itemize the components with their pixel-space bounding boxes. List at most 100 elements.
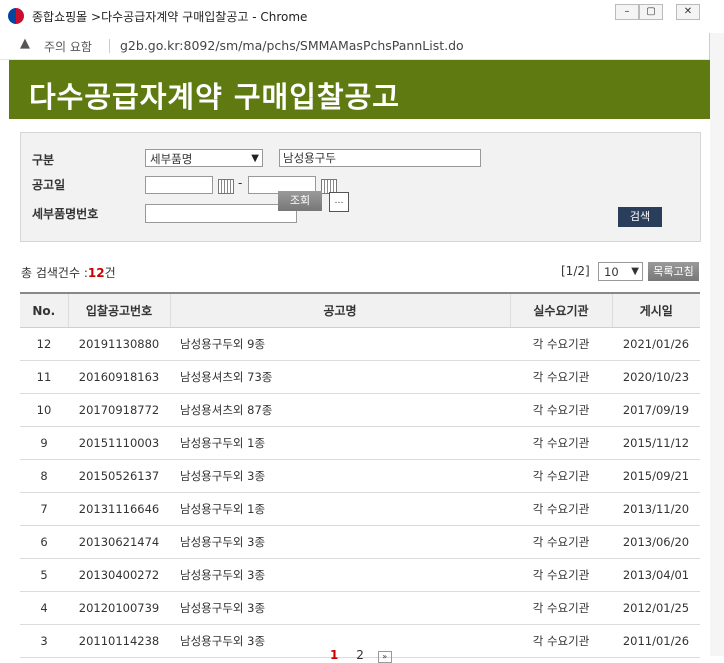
page-content: 다수공급자계약 구매입찰공고 구분 세부품명 ▼ 남성용구두 공고일 - 세부품… <box>0 60 710 663</box>
cell-notice-name[interactable]: 남성용구두외 1종 <box>170 426 510 460</box>
cell-agency: 각 수요기관 <box>510 459 612 493</box>
column-header-no: No. <box>20 292 68 328</box>
page-size-select[interactable]: 10 ▼ <box>598 262 643 281</box>
item-number-label: 세부품명번호 <box>32 207 99 221</box>
calendar-icon[interactable] <box>218 179 234 194</box>
cell-agency: 각 수요기관 <box>510 591 612 625</box>
cell-agency: 각 수요기관 <box>510 360 612 394</box>
table-row[interactable]: 6 20130621474 남성용구두외 3종 각 수요기관 2013/06/20 <box>20 525 700 559</box>
search-button[interactable]: 검색 <box>618 207 662 227</box>
cell-no: 7 <box>20 492 68 526</box>
column-header-agency: 실수요기관 <box>509 292 612 328</box>
table-row[interactable]: 5 20130400272 남성용구두외 3종 각 수요기관 2013/04/01 <box>20 558 700 592</box>
cell-notice-number: 20130621474 <box>68 525 170 559</box>
result-count-suffix: 건 <box>104 266 116 280</box>
cell-no: 12 <box>20 327 68 361</box>
search-panel: 구분 세부품명 ▼ 남성용구두 공고일 - 세부품명번호 <box>20 132 701 242</box>
cell-notice-name[interactable]: 남성용구두외 3종 <box>170 591 510 625</box>
site-logo-icon <box>8 8 24 24</box>
column-header-notice-name: 공고명 <box>169 292 510 328</box>
column-header-post-date: 게시일 <box>611 292 700 328</box>
cell-notice-number: 20170918772 <box>68 393 170 427</box>
lookup-button[interactable]: 조회 <box>278 191 322 211</box>
result-count: 총 검색건수 :12건 <box>21 264 116 281</box>
cell-no: 3 <box>20 624 68 658</box>
window-titlebar: 종합쇼핑몰 >다수공급자계약 구매입찰공고 - Chrome – ▢ ✕ <box>0 0 724 33</box>
security-label[interactable]: 주의 요함 <box>44 38 92 55</box>
background-window-edge <box>709 33 724 656</box>
cell-notice-number: 20160918163 <box>68 360 170 394</box>
cell-post-date: 2013/11/20 <box>612 492 700 526</box>
cell-no: 5 <box>20 558 68 592</box>
table-row[interactable]: 9 20151110003 남성용구두외 1종 각 수요기관 2015/11/12 <box>20 426 700 460</box>
result-count-number: 12 <box>87 266 105 280</box>
table-row[interactable]: 10 20170918772 남성용셔츠외 87종 각 수요기관 2017/09/19 <box>20 393 700 427</box>
item-number-input[interactable] <box>145 204 297 223</box>
cell-notice-name[interactable]: 남성용셔츠외 87종 <box>170 393 510 427</box>
results-table: No. 입찰공고번호 공고명 실수요기관 게시일 12 20191130880 남성… <box>20 292 700 658</box>
cell-notice-number: 20191130880 <box>68 327 170 361</box>
cell-post-date: 2013/04/01 <box>612 558 700 592</box>
page-banner: 다수공급자계약 구매입찰공고 <box>9 60 710 119</box>
cell-agency: 각 수요기관 <box>510 624 612 658</box>
cell-post-date: 2013/06/20 <box>612 525 700 559</box>
page-size-value: 10 <box>604 265 619 279</box>
cell-agency: 각 수요기관 <box>510 426 612 460</box>
refresh-list-button[interactable]: 목록고침 <box>648 262 699 281</box>
table-row[interactable]: 12 20191130880 남성용구두외 9종 각 수요기관 2021/01/26 <box>20 327 700 361</box>
page-current[interactable]: 1 <box>330 648 338 662</box>
category-select-value: 세부품명 <box>150 152 193 166</box>
table-row[interactable]: 7 20131116646 남성용구두외 1종 각 수요기관 2013/11/20 <box>20 492 700 526</box>
popup-window-icon[interactable]: … <box>329 192 349 212</box>
cell-post-date: 2012/01/25 <box>612 591 700 625</box>
window-title: 종합쇼핑몰 >다수공급자계약 구매입찰공고 - Chrome <box>32 10 308 24</box>
date-from-input[interactable] <box>145 176 213 194</box>
cell-notice-name[interactable]: 남성용구두외 9종 <box>170 327 510 361</box>
cell-no: 9 <box>20 426 68 460</box>
table-header-row: No. 입찰공고번호 공고명 실수요기관 게시일 <box>20 292 700 328</box>
column-header-notice-number: 입찰공고번호 <box>67 292 170 328</box>
table-row[interactable]: 8 20150526137 남성용구두외 3종 각 수요기관 2015/09/21 <box>20 459 700 493</box>
next-page-icon[interactable]: » <box>377 651 392 663</box>
close-button[interactable]: ✕ <box>676 4 700 20</box>
cell-notice-name[interactable]: 남성용구두외 3종 <box>170 459 510 493</box>
restore-button[interactable]: ▢ <box>639 4 663 20</box>
cell-notice-name[interactable]: 남성용셔츠외 73종 <box>170 360 510 394</box>
cell-agency: 각 수요기관 <box>510 327 612 361</box>
notice-date-label: 공고일 <box>32 178 66 192</box>
cell-notice-name[interactable]: 남성용구두외 3종 <box>170 558 510 592</box>
cell-notice-number: 20120100739 <box>68 591 170 625</box>
result-count-prefix: 총 검색건수 : <box>21 266 88 280</box>
cell-no: 4 <box>20 591 68 625</box>
table-row[interactable]: 4 20120100739 남성용구두외 3종 각 수요기관 2012/01/25 <box>20 591 700 625</box>
cell-agency: 각 수요기관 <box>510 558 612 592</box>
page-title: 다수공급자계약 구매입찰공고 <box>29 80 400 114</box>
cell-post-date: 2020/10/23 <box>612 360 700 394</box>
cell-notice-number: 20131116646 <box>68 492 170 526</box>
page-link-2[interactable]: 2 <box>356 648 364 662</box>
category-keyword-input[interactable]: 남성용구두 <box>279 149 481 167</box>
category-select[interactable]: 세부품명 ▼ <box>145 149 263 167</box>
chevron-down-icon: ▼ <box>631 266 639 277</box>
cell-agency: 각 수요기관 <box>510 393 612 427</box>
cell-notice-number: 20130400272 <box>68 558 170 592</box>
minimize-button[interactable]: – <box>615 4 639 20</box>
cell-agency: 각 수요기관 <box>510 525 612 559</box>
address-divider <box>109 39 110 53</box>
cell-post-date: 2017/09/19 <box>612 393 700 427</box>
cell-no: 11 <box>20 360 68 394</box>
address-bar: ▲ 주의 요함 g2b.go.kr:8092/sm/ma/pchs/SMMAMa… <box>0 33 710 60</box>
cell-agency: 각 수요기관 <box>510 492 612 526</box>
page-info: [1/2] <box>561 264 590 278</box>
chevron-down-icon: ▼ <box>251 153 259 164</box>
cell-no: 6 <box>20 525 68 559</box>
table-row[interactable]: 11 20160918163 남성용셔츠외 73종 각 수요기관 2020/10/23 <box>20 360 700 394</box>
cell-post-date: 2011/01/26 <box>612 624 700 658</box>
cell-notice-name[interactable]: 남성용구두외 1종 <box>170 492 510 526</box>
cell-notice-number: 20151110003 <box>68 426 170 460</box>
cell-no: 10 <box>20 393 68 427</box>
cell-notice-name[interactable]: 남성용구두외 3종 <box>170 525 510 559</box>
cell-post-date: 2015/09/21 <box>612 459 700 493</box>
warning-icon[interactable]: ▲ <box>20 36 30 51</box>
url-text[interactable]: g2b.go.kr:8092/sm/ma/pchs/SMMAMasPchsPan… <box>120 38 464 53</box>
